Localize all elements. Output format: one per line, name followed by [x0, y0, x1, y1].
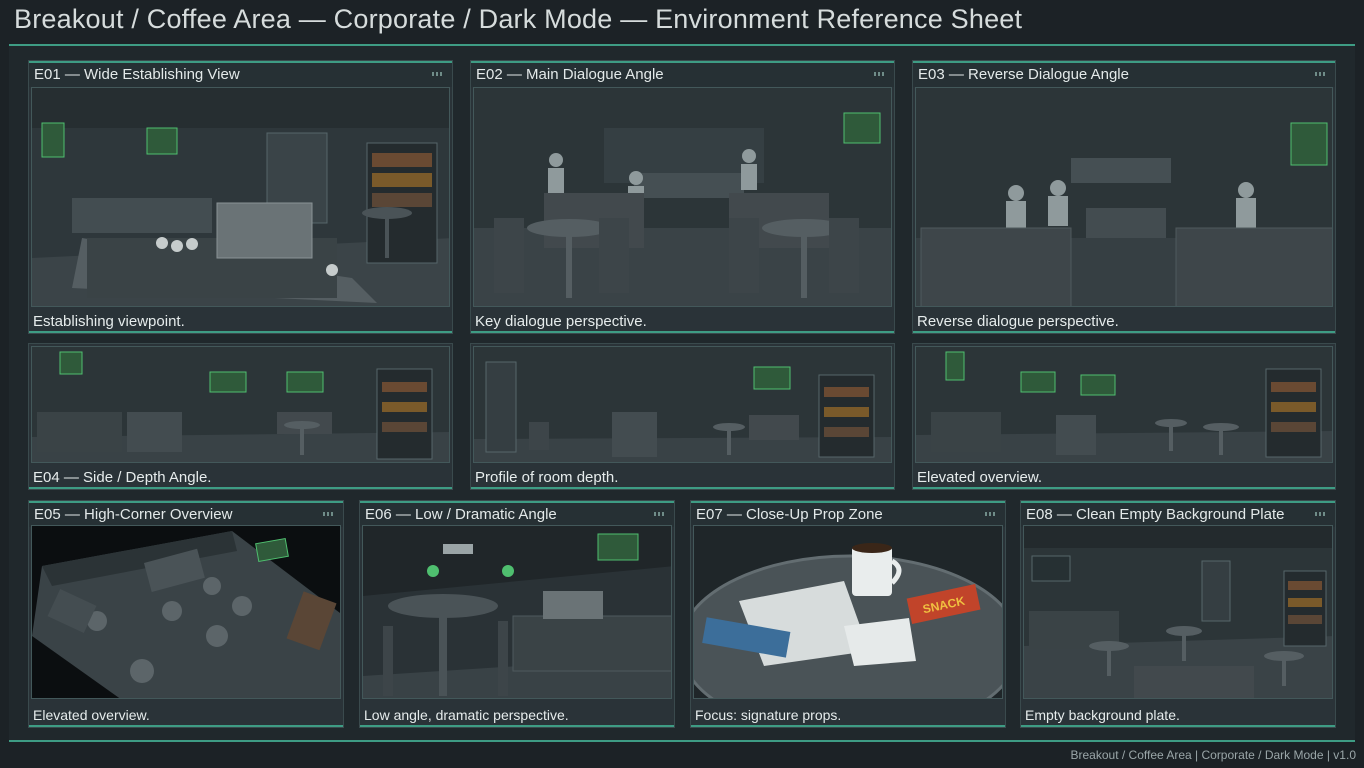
panel-e04b[interactable]: Profile of room depth.: [470, 343, 895, 490]
scene-reverse-dialogue: [915, 87, 1333, 307]
panel-underline: [471, 487, 894, 489]
panel-menu-icon: [654, 512, 666, 516]
panel-e03[interactable]: E03 — Reverse Dialogue Angle Reverse dia…: [912, 60, 1336, 334]
panel-underline: [360, 725, 674, 727]
panel-label: E07 — Close-Up Prop Zone: [696, 506, 883, 523]
panel-label: E02 — Main Dialogue Angle: [476, 66, 664, 83]
panel-underline: [29, 487, 452, 489]
panel-label: E03 — Reverse Dialogue Angle: [918, 66, 1129, 83]
panel-header: E06 — Low / Dramatic Angle: [360, 501, 674, 527]
panel-menu-icon: [1315, 512, 1327, 516]
panel-e02[interactable]: E02 — Main Dialogue Angle Key dialogue p…: [470, 60, 895, 334]
scene-main-dialogue: [473, 87, 892, 307]
scene-empty-plate: [1023, 525, 1333, 699]
panel-e05[interactable]: E05 — High-Corner Overview Elevated over…: [28, 500, 344, 728]
panel-menu-icon: [1315, 72, 1327, 76]
panel-header: E05 — High-Corner Overview: [29, 501, 343, 527]
panel-header: E01 — Wide Establishing View: [29, 61, 452, 87]
panel-e07[interactable]: E07 — Close-Up Prop Zone SNACK Focus: si…: [690, 500, 1006, 728]
panel-label: E08 — Clean Empty Background Plate: [1026, 506, 1285, 523]
panel-underline: [913, 331, 1335, 333]
panel-underline: [471, 331, 894, 333]
panel-caption: Low angle, dramatic perspective.: [364, 707, 569, 723]
panel-caption: Elevated overview.: [33, 707, 150, 723]
sheet-footer: Breakout / Coffee Area | Corporate / Dar…: [1070, 748, 1357, 762]
panel-e08[interactable]: E08 — Clean Empty Background Plate Empty…: [1020, 500, 1336, 728]
panel-caption: Profile of room depth.: [475, 469, 619, 486]
panel-e04c[interactable]: Elevated overview.: [912, 343, 1336, 490]
panel-e04[interactable]: E04 — Side / Depth Angle.: [28, 343, 453, 490]
panel-header: E08 — Clean Empty Background Plate: [1021, 501, 1335, 527]
panel-caption: Empty background plate.: [1025, 707, 1180, 723]
panel-underline: [29, 725, 343, 727]
scene-side-depth: [31, 346, 450, 463]
sheet-title: Breakout / Coffee Area — Corporate / Dar…: [14, 4, 1023, 34]
panel-underline: [29, 331, 452, 333]
panel-menu-icon: [432, 72, 444, 76]
panel-e06[interactable]: E06 — Low / Dramatic Angle Low angle, dr…: [359, 500, 675, 728]
panel-caption: E04 — Side / Depth Angle.: [33, 469, 212, 486]
scene-low-dramatic: [362, 525, 672, 699]
panel-e01[interactable]: E01 — Wide Establishing View Establishin…: [28, 60, 453, 334]
panel-label: E05 — High-Corner Overview: [34, 506, 233, 523]
panel-underline: [691, 725, 1005, 727]
panel-label: E06 — Low / Dramatic Angle: [365, 506, 557, 523]
panel-menu-icon: [323, 512, 335, 516]
panel-header: E02 — Main Dialogue Angle: [471, 61, 894, 87]
panel-label: E01 — Wide Establishing View: [34, 66, 240, 83]
panel-underline: [1021, 725, 1335, 727]
panel-caption: Reverse dialogue perspective.: [917, 313, 1119, 330]
panel-caption: Elevated overview.: [917, 469, 1043, 486]
scene-room-profile: [473, 346, 892, 463]
scene-wide-establishing: [31, 87, 450, 307]
scene-high-corner: [31, 525, 341, 699]
panel-underline: [913, 487, 1335, 489]
scene-elevated-view: [915, 346, 1333, 463]
panel-menu-icon: [874, 72, 886, 76]
panel-header: E03 — Reverse Dialogue Angle: [913, 61, 1335, 87]
panel-header: E07 — Close-Up Prop Zone: [691, 501, 1005, 527]
panel-caption: Key dialogue perspective.: [475, 313, 647, 330]
scene-prop-closeup: SNACK: [693, 525, 1003, 699]
panel-caption: Focus: signature props.: [695, 707, 842, 723]
panel-menu-icon: [985, 512, 997, 516]
panel-caption: Establishing viewpoint.: [33, 313, 185, 330]
